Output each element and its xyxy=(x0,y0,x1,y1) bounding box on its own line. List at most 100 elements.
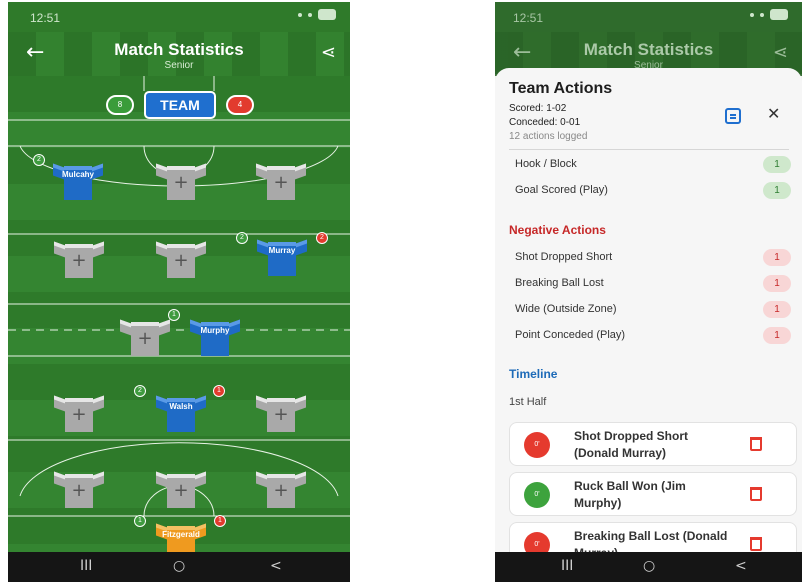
player-name: Walsh xyxy=(169,402,193,411)
empty-jersey-slot[interactable]: + xyxy=(54,238,104,278)
share-icon[interactable]: ⋖ xyxy=(321,42,336,63)
action-label: Shot Dropped Short xyxy=(515,251,613,263)
half-label: 1st Half xyxy=(509,396,547,408)
app-header: ← Match Statistics Senior ⋖ xyxy=(8,32,350,76)
empty-jersey-slot[interactable]: + xyxy=(156,468,206,508)
jersey-slot[interactable]: Mulcahy xyxy=(53,160,103,200)
player-positive-badge: 2 xyxy=(134,385,146,397)
scored-text: Scored: 1-02 xyxy=(509,103,567,114)
minute-badge: 0' xyxy=(524,432,550,458)
minute-badge: 0' xyxy=(524,482,550,508)
battery-icon xyxy=(770,9,788,20)
player-negative-badge: 1 xyxy=(213,385,225,397)
timeline-text: Ruck Ball Won (Jim Murphy) xyxy=(574,479,686,510)
status-icons xyxy=(298,9,336,20)
plus-icon: + xyxy=(173,480,189,501)
sheet-title: Team Actions xyxy=(509,80,613,97)
trash-icon[interactable] xyxy=(750,537,762,551)
trash-icon[interactable] xyxy=(750,437,762,451)
dimmed-background: 12:51 ← Match Statistics Senior ⋖ xyxy=(495,2,802,76)
home-button[interactable]: ○ xyxy=(173,558,185,574)
system-nav-bar: III ○ < xyxy=(495,552,802,582)
action-row: Wide (Outside Zone) 1 xyxy=(515,300,791,320)
jersey-slot[interactable]: Walsh xyxy=(156,392,206,432)
page-title: Match Statistics xyxy=(583,40,714,59)
action-label: Breaking Ball Lost xyxy=(515,277,604,289)
status-bar: 12:51 xyxy=(8,2,350,32)
player-name: Fitzgerald xyxy=(162,530,200,539)
actions-logged-text: 12 actions logged xyxy=(509,131,588,142)
empty-jersey-slot[interactable]: + xyxy=(256,160,306,200)
pitch: 8 TEAM 4 2 Mulcahy + + + + 2 Murray 2 + … xyxy=(8,76,350,560)
action-row: Shot Dropped Short 1 xyxy=(515,248,791,268)
action-count-badge: 1 xyxy=(763,275,791,292)
divider xyxy=(509,149,789,150)
player-negative-badge: 1 xyxy=(214,515,226,527)
nav-back-button[interactable]: < xyxy=(735,558,747,574)
player-positive-badge: 2 xyxy=(33,154,45,166)
team-actions-screen: 12:51 ← Match Statistics Senior ⋖ Team A… xyxy=(495,2,802,582)
action-count-badge: 1 xyxy=(763,301,791,318)
team-actions-sheet: Team Actions Scored: 1-02 Conceded: 0-01… xyxy=(495,68,802,558)
action-count-badge: 1 xyxy=(763,327,791,344)
action-count-badge: 1 xyxy=(763,182,791,199)
player-positive-badge: 1 xyxy=(134,515,146,527)
jersey-slot[interactable]: Murphy xyxy=(190,316,240,356)
home-button[interactable]: ○ xyxy=(643,558,655,574)
page-subtitle: Senior xyxy=(164,60,194,71)
team-positive-count: 8 xyxy=(106,95,134,115)
plus-icon: + xyxy=(273,480,289,501)
plus-icon: + xyxy=(71,404,87,425)
close-icon[interactable]: ✕ xyxy=(767,104,780,123)
action-row: Hook / Block 1 xyxy=(515,155,791,175)
plus-icon: + xyxy=(71,480,87,501)
timeline-text: Shot Dropped Short (Donald Murray) xyxy=(574,429,688,460)
recent-apps-button[interactable]: III xyxy=(80,558,92,574)
timeline-card[interactable]: 0' Ruck Ball Won (Jim Murphy) xyxy=(509,472,797,516)
action-row: Breaking Ball Lost 1 xyxy=(515,274,791,294)
action-label: Hook / Block xyxy=(515,158,577,170)
system-nav-bar: III ○ < xyxy=(8,552,350,582)
nav-back-button[interactable]: < xyxy=(270,558,282,574)
action-label: Wide (Outside Zone) xyxy=(515,303,617,315)
team-negative-count: 4 xyxy=(226,95,254,115)
empty-jersey-slot[interactable]: + xyxy=(120,316,170,356)
recent-apps-button[interactable]: III xyxy=(561,558,573,574)
empty-jersey-slot[interactable]: + xyxy=(256,392,306,432)
action-count-badge: 1 xyxy=(763,156,791,173)
action-count-badge: 1 xyxy=(763,249,791,266)
status-time: 12:51 xyxy=(513,11,544,25)
pitch-screen: 12:51 ← Match Statistics Senior ⋖ 8 TEAM… xyxy=(8,2,350,582)
plus-icon: + xyxy=(273,404,289,425)
player-name: Murray xyxy=(268,246,296,255)
action-row: Point Conceded (Play) 1 xyxy=(515,326,791,346)
jersey-slot[interactable]: Murray xyxy=(257,236,307,276)
empty-jersey-slot[interactable]: + xyxy=(156,160,206,200)
battery-icon xyxy=(318,9,336,20)
timeline-card[interactable]: 0' Shot Dropped Short (Donald Murray) xyxy=(509,422,797,466)
plus-icon: + xyxy=(71,250,87,271)
negative-actions-heading: Negative Actions xyxy=(509,223,606,237)
player-name: Mulcahy xyxy=(61,170,94,179)
status-bar: 12:51 xyxy=(495,2,802,32)
timeline-heading: Timeline xyxy=(509,367,558,381)
action-label: Goal Scored (Play) xyxy=(515,184,608,196)
empty-jersey-slot[interactable]: + xyxy=(54,468,104,508)
team-button[interactable]: TEAM xyxy=(144,91,216,119)
status-time: 12:51 xyxy=(30,11,61,25)
share-icon: ⋖ xyxy=(772,42,788,63)
empty-jersey-slot[interactable]: + xyxy=(156,238,206,278)
empty-jersey-slot[interactable]: + xyxy=(54,392,104,432)
conceded-text: Conceded: 0-01 xyxy=(509,117,581,128)
trash-icon[interactable] xyxy=(750,487,762,501)
plus-icon: + xyxy=(137,328,153,349)
player-positive-badge: 1 xyxy=(168,309,180,321)
plus-icon: + xyxy=(173,172,189,193)
pdf-export-icon[interactable] xyxy=(725,108,741,124)
plus-icon: + xyxy=(173,250,189,271)
plus-icon: + xyxy=(273,172,289,193)
action-row: Goal Scored (Play) 1 xyxy=(515,181,791,201)
empty-jersey-slot[interactable]: + xyxy=(256,468,306,508)
player-name: Murphy xyxy=(200,326,230,335)
player-positive-badge: 2 xyxy=(236,232,248,244)
